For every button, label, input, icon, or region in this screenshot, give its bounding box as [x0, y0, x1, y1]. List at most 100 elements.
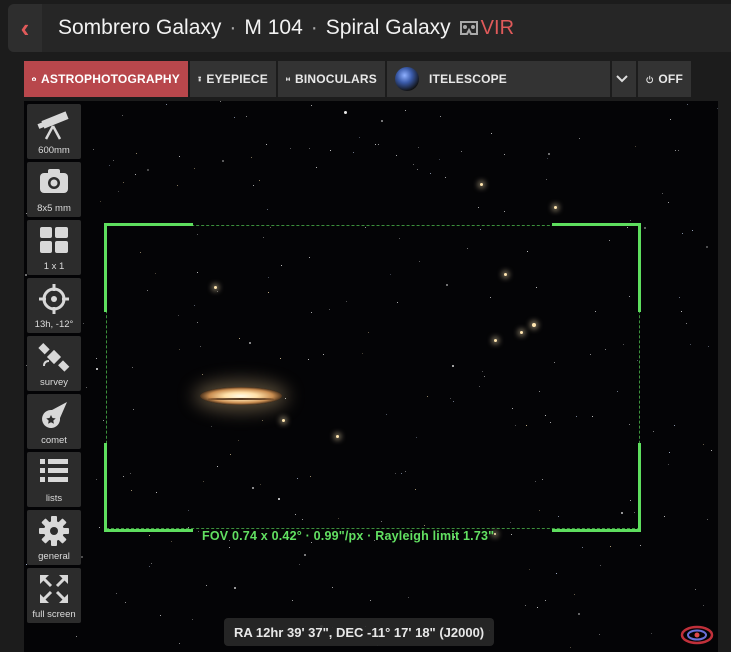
focal-length-button[interactable]: 600mm	[27, 104, 81, 159]
gear-icon	[39, 516, 69, 546]
fov-corner-bottom-left	[104, 443, 193, 532]
star	[690, 344, 691, 345]
grid-icon	[40, 227, 68, 253]
page-title: Sombrero Galaxy · M 104 · Spiral Galaxy …	[58, 16, 514, 40]
star	[578, 613, 580, 615]
star	[599, 634, 600, 635]
star	[582, 547, 583, 548]
star	[332, 587, 333, 588]
star	[259, 180, 260, 181]
star	[81, 556, 83, 558]
star	[478, 207, 479, 208]
star	[234, 587, 236, 589]
chevron-down-icon	[615, 75, 628, 83]
lists-label: lists	[45, 493, 63, 504]
star	[96, 358, 97, 359]
star	[149, 566, 150, 567]
star	[644, 227, 646, 229]
mode-toolbar: ASTROPHOTOGRAPHY EYEPIECE BINOCULARS ITE…	[24, 61, 691, 97]
star	[679, 297, 680, 298]
star	[711, 450, 712, 451]
header-bar: ‹ Sombrero Galaxy · M 104 · Spiral Galax…	[8, 4, 731, 52]
general-settings-button[interactable]: general	[27, 510, 81, 565]
binoculars-icon	[286, 77, 290, 81]
survey-label: survey	[40, 377, 68, 388]
star	[83, 323, 84, 324]
star	[681, 311, 682, 312]
star	[179, 156, 180, 157]
star	[330, 150, 331, 151]
crosshair-icon	[39, 284, 69, 314]
star	[570, 647, 571, 648]
fov-corner-bottom-right	[552, 443, 641, 532]
lists-button[interactable]: lists	[27, 452, 81, 507]
star	[311, 105, 312, 106]
star	[408, 597, 409, 598]
telescope-icon	[37, 111, 69, 140]
fullscreen-button[interactable]: full screen	[27, 568, 81, 623]
star	[708, 346, 709, 347]
fov-corner-top-left	[104, 223, 193, 312]
comet-button[interactable]: comet	[27, 394, 81, 449]
satellite-icon	[38, 343, 70, 372]
vir-link[interactable]: VIR	[459, 17, 514, 40]
object-type: Spiral Galaxy	[325, 16, 451, 39]
star	[229, 547, 230, 548]
star	[548, 153, 550, 155]
eyepiece-tab[interactable]: EYEPIECE	[190, 61, 278, 97]
off-button[interactable]: OFF	[638, 61, 691, 97]
star	[234, 117, 235, 118]
telescope-dropdown[interactable]	[612, 61, 638, 97]
vr-headset-icon	[459, 21, 478, 35]
star	[439, 159, 440, 160]
galaxy-logo-icon[interactable]	[680, 624, 714, 646]
star	[545, 600, 546, 601]
astrophotography-tab[interactable]: ASTROPHOTOGRAPHY	[24, 61, 190, 97]
star	[491, 133, 492, 134]
star	[668, 464, 669, 465]
eyepiece-label: EYEPIECE	[206, 72, 268, 86]
star	[669, 452, 670, 453]
star	[292, 600, 293, 601]
binoculars-tab[interactable]: BINOCULARS	[278, 61, 387, 97]
comet-icon	[42, 402, 67, 428]
star	[316, 167, 317, 168]
star	[194, 168, 195, 169]
star	[344, 111, 347, 114]
star	[76, 636, 77, 637]
power-icon	[646, 75, 654, 83]
star	[253, 185, 254, 186]
sky-view[interactable]: FOV 0.74 x 0.42° · 0.99"/px · Rayleigh l…	[24, 101, 718, 652]
star	[267, 209, 268, 210]
star	[93, 149, 94, 150]
fullscreen-icon	[40, 575, 68, 603]
star	[525, 605, 526, 606]
star	[136, 153, 137, 154]
star	[640, 545, 641, 546]
sensor-button[interactable]: 8x5 mm	[27, 162, 81, 217]
mosaic-label: 1 x 1	[43, 261, 65, 272]
itelescope-tab[interactable]: ITELESCOPE	[387, 61, 612, 97]
star	[166, 104, 167, 105]
star	[413, 164, 414, 165]
star	[668, 202, 669, 203]
star	[418, 147, 419, 148]
list-icon	[40, 459, 68, 482]
back-button[interactable]: ‹	[8, 4, 42, 52]
star	[461, 151, 462, 152]
position-button[interactable]: 13h, -12°	[27, 278, 81, 333]
mosaic-button[interactable]: 1 x 1	[27, 220, 81, 275]
star	[171, 541, 172, 542]
star	[370, 600, 371, 601]
fov-corner-top-right	[552, 223, 641, 312]
star	[405, 110, 406, 111]
star	[109, 165, 110, 166]
star	[662, 193, 663, 194]
survey-button[interactable]: survey	[27, 336, 81, 391]
eyepiece-icon	[198, 76, 202, 82]
star	[198, 531, 199, 532]
star	[504, 154, 505, 155]
camera-icon	[40, 169, 68, 193]
star	[179, 643, 180, 644]
star	[96, 368, 98, 370]
